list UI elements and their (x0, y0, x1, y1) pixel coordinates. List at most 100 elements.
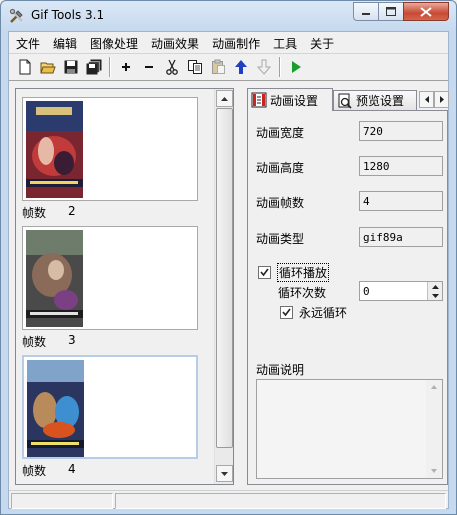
frame-thumbnail[interactable] (22, 97, 198, 201)
new-icon (19, 59, 30, 75)
tools-icon (9, 8, 23, 23)
toolbar-separator (279, 57, 280, 77)
menu-effects[interactable]: 动画效果 (144, 32, 205, 52)
cut-icon (165, 59, 178, 75)
scroll-down-button[interactable] (216, 465, 233, 482)
maximize-icon (386, 7, 396, 16)
properties-panel: 动画设置 预览设置 动画宽度 720 动画高度 1280 动画帧数 4 动画类型… (245, 88, 449, 485)
frame-count-field: 4 (359, 191, 443, 211)
loop-checkbox[interactable] (258, 266, 271, 279)
frame-count-label: 动画帧数 (256, 196, 305, 210)
new-button[interactable] (13, 56, 36, 78)
menu-make[interactable]: 动画制作 (205, 32, 266, 52)
description-scrollbar[interactable] (426, 380, 442, 478)
tab-strip: 动画设置 预览设置 (247, 88, 449, 111)
frame-thumbnails: 帧数 2 帧数 3 帧数 4 (16, 89, 214, 484)
add-icon (121, 63, 130, 71)
add-frame-button[interactable] (114, 56, 137, 78)
remove-icon (144, 66, 153, 68)
close-button[interactable] (403, 2, 449, 21)
type-label: 动画类型 (256, 232, 305, 246)
film-icon (251, 92, 267, 108)
close-icon (420, 6, 432, 17)
frame-image (26, 101, 83, 198)
menu-about[interactable]: 关于 (303, 32, 340, 52)
client-area: 文件 编辑 图像处理 动画效果 动画制作 工具 关于 帧数 2 帧数 3 帧数 … (8, 31, 449, 509)
frame-list[interactable]: 帧数 2 帧数 3 帧数 4 (15, 88, 234, 485)
maximize-button[interactable] (378, 2, 404, 21)
menu-file[interactable]: 文件 (9, 32, 46, 52)
minimize-button[interactable] (353, 2, 379, 21)
arrow-down-icon (431, 469, 437, 473)
paste-icon (211, 59, 225, 74)
menu-bar: 文件 编辑 图像处理 动画效果 动画制作 工具 关于 (9, 32, 448, 52)
tab-scroll-left[interactable] (419, 91, 434, 108)
arrow-up-icon (221, 96, 228, 101)
checkmark-icon (282, 308, 291, 317)
open-icon (39, 62, 56, 74)
move-up-icon (234, 60, 247, 74)
tab-label: 预览设置 (356, 94, 405, 108)
frame-thumbnail[interactable] (22, 226, 198, 330)
copy-button[interactable] (183, 56, 206, 78)
move-up-button[interactable] (229, 56, 252, 78)
checkmark-icon (260, 268, 269, 277)
menu-image[interactable]: 图像处理 (83, 32, 144, 52)
remove-frame-button[interactable] (137, 56, 160, 78)
arrow-left-icon (424, 96, 429, 103)
loop-label[interactable]: 循环播放 (277, 263, 330, 282)
description-label: 动画说明 (256, 363, 305, 377)
tab-label: 动画设置 (270, 93, 319, 108)
open-button[interactable] (36, 56, 59, 78)
move-down-button[interactable] (252, 56, 275, 78)
arrow-down-icon (221, 471, 228, 476)
frame-number: 2 (68, 204, 76, 218)
width-field: 720 (359, 121, 443, 141)
menu-edit[interactable]: 编辑 (46, 32, 83, 52)
tab-preview-settings[interactable]: 预览设置 (333, 90, 417, 110)
stepper-down-button[interactable] (427, 291, 442, 300)
save-all-icon (86, 59, 101, 75)
frame-image (27, 360, 84, 457)
scrollbar-thumb[interactable] (216, 108, 233, 448)
scroll-up-button[interactable] (216, 90, 233, 107)
move-down-icon (256, 59, 271, 75)
minimize-icon (362, 12, 370, 15)
preview-icon (338, 93, 352, 109)
menu-tools[interactable]: 工具 (266, 32, 303, 52)
forever-loop-checkbox[interactable] (280, 306, 293, 319)
description-textarea[interactable] (256, 379, 443, 479)
app-window: Gif Tools 3.1 文件 编辑 图像处理 动画效果 动画制作 工具 关于 (0, 0, 457, 515)
frame-label: 帧数 (22, 206, 47, 220)
status-cell (11, 493, 113, 509)
play-icon (291, 61, 301, 73)
height-label: 动画高度 (256, 161, 305, 175)
loop-count-label: 循环次数 (278, 286, 327, 300)
arrow-down-icon (431, 293, 439, 298)
frame-image (26, 230, 83, 327)
paste-button[interactable] (206, 56, 229, 78)
save-button[interactable] (59, 56, 82, 78)
save-all-button[interactable] (82, 56, 105, 78)
stepper-up-button[interactable] (427, 282, 442, 291)
forever-loop-label: 永远循环 (299, 306, 348, 320)
status-bar (9, 490, 448, 509)
tab-scroll-right[interactable] (434, 91, 449, 108)
cut-button[interactable] (160, 56, 183, 78)
animation-settings-page: 动画宽度 720 动画高度 1280 动画帧数 4 动画类型 gif89a 循环… (247, 110, 448, 485)
title-bar[interactable]: Gif Tools 3.1 (1, 1, 456, 31)
loop-count-stepper[interactable]: 0 (359, 281, 443, 301)
frame-list-scrollbar[interactable] (214, 89, 233, 484)
copy-icon (187, 60, 202, 74)
frame-number: 4 (68, 462, 76, 476)
status-cell (115, 493, 446, 509)
frame-number: 3 (68, 333, 76, 347)
arrow-right-icon (439, 96, 444, 103)
play-button[interactable] (284, 56, 307, 78)
arrow-up-icon (431, 284, 439, 289)
frame-label: 帧数 (22, 335, 47, 349)
arrow-up-icon (431, 385, 437, 389)
tab-animation-settings[interactable]: 动画设置 (247, 88, 333, 111)
toolbar (9, 53, 448, 81)
frame-thumbnail[interactable] (22, 355, 198, 459)
